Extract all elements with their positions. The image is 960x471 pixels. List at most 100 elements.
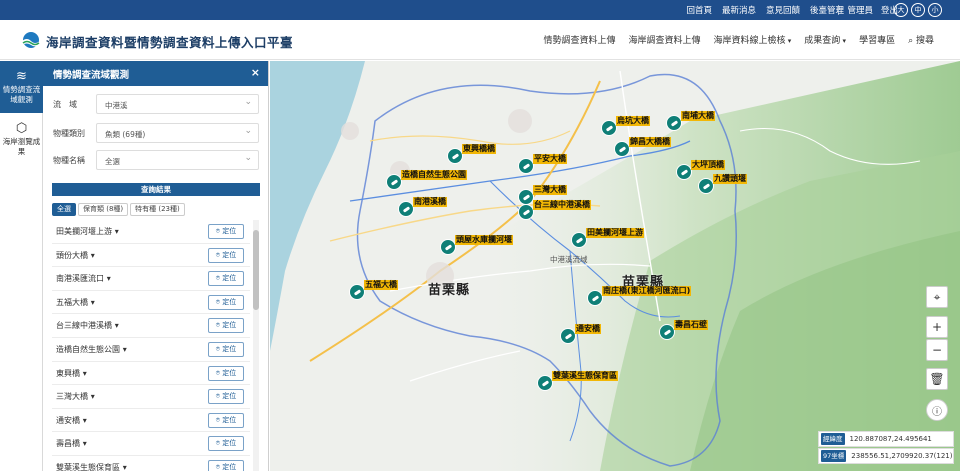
station-marker[interactable] (587, 290, 603, 306)
result-row[interactable]: 東興橋 ⌾ 定位 (52, 362, 250, 386)
locate-button[interactable]: ⌾ 定位 (208, 224, 244, 239)
nav-survey-upload[interactable]: 情勢調查資料上傳 (544, 33, 616, 46)
scrollbar-thumb[interactable] (253, 230, 259, 310)
species-select[interactable]: 全選 (96, 150, 259, 170)
locate-label: 定位 (222, 250, 237, 259)
station-label: 南港溪橋 (413, 197, 447, 207)
rail-item-watershed[interactable]: ≋ 情勢調查流域觀測 (0, 61, 43, 113)
locate-label: 定位 (222, 368, 237, 377)
result-row[interactable]: 造橋自然生態公園 ⌾ 定位 (52, 338, 250, 362)
basin-field: 流 域 中港溪 (43, 94, 269, 114)
station-marker[interactable] (666, 115, 682, 131)
result-name[interactable]: 南港溪匯流口 (56, 273, 111, 284)
result-row[interactable]: 壽昌橋 ⌾ 定位 (52, 432, 250, 456)
result-name[interactable]: 通安橋 (56, 415, 87, 426)
info-button[interactable]: ⓘ (926, 399, 948, 421)
zoom-in-button[interactable]: + (926, 316, 948, 338)
tab-all[interactable]: 全選 (52, 203, 76, 216)
locate-button[interactable]: ⌾ 定位 (208, 436, 244, 452)
feedback-link[interactable]: 意見回饋 (766, 4, 800, 16)
station-marker[interactable] (571, 232, 587, 248)
result-row[interactable]: 頭份大橋 ⌾ 定位 (52, 244, 250, 268)
font-large-button[interactable]: 大 (894, 3, 908, 17)
basin-label: 流 域 (53, 100, 77, 109)
result-row[interactable]: 五福大橋 ⌾ 定位 (52, 291, 250, 315)
result-row[interactable]: 南港溪匯流口 ⌾ 定位 (52, 267, 250, 291)
nav-coastal-upload[interactable]: 海岸調查資料上傳 (629, 33, 701, 46)
basin-select[interactable]: 中港溪 (96, 94, 259, 114)
locate-button[interactable]: ⌾ 定位 (208, 318, 244, 334)
nav-results-query[interactable]: 成果查詢 (804, 33, 846, 46)
station-label: 壽昌石壁 (674, 320, 708, 330)
station-marker[interactable] (537, 375, 553, 391)
result-row[interactable]: 三灣大橋 ⌾ 定位 (52, 385, 250, 409)
nav-search[interactable]: ⌕ 搜尋 (908, 33, 934, 46)
info-icon: ⓘ (932, 406, 942, 418)
locate-me-button[interactable]: ⌖ (926, 286, 948, 308)
font-medium-button[interactable]: 中 (911, 3, 925, 17)
station-marker[interactable] (386, 174, 402, 190)
station-marker[interactable] (518, 204, 534, 220)
tab-protected[interactable]: 保育類 (8種) (78, 203, 129, 216)
result-name[interactable]: 三灣大橋 (56, 391, 95, 402)
locate-button[interactable]: ⌾ 定位 (208, 389, 244, 405)
result-name[interactable]: 台三線中港溪橋 (56, 320, 119, 331)
tab-endemic[interactable]: 特有種 (23種) (130, 203, 185, 216)
font-small-button[interactable]: 小 (928, 3, 942, 17)
locate-button[interactable]: ⌾ 定位 (208, 341, 244, 357)
news-link[interactable]: 最新消息 (722, 4, 756, 16)
coord-value: 238556.51,2709920.37(121) (851, 452, 953, 460)
locate-label: 定位 (222, 321, 237, 330)
station-marker[interactable] (398, 201, 414, 217)
result-name[interactable]: 東興橋 (56, 368, 87, 379)
nav-online-check[interactable]: 海岸資料線上檢核 (714, 33, 792, 46)
station-marker[interactable] (440, 239, 456, 255)
result-row[interactable]: 雙葉溪生態保育區 ⌾ 定位 (52, 456, 250, 471)
result-row[interactable]: 台三線中港溪橋 ⌾ 定位 (52, 314, 250, 338)
station-marker[interactable] (518, 189, 534, 205)
map-view[interactable]: 苗栗縣 苗栗縣 中港溪流域 烏坑大橋 南埔大橋 錦昌大橋橋 東興橋橋 平安大橋 大坪頂橋造… (270, 61, 960, 471)
category-select[interactable]: 魚類 (69種) (96, 123, 259, 143)
site-logo-icon[interactable] (20, 31, 42, 49)
station-marker[interactable] (560, 328, 576, 344)
rail-item-coastal[interactable]: ⬡ 海岸瀏覽成果 (0, 113, 43, 165)
result-name[interactable]: 頭份大橋 (56, 250, 95, 261)
result-name[interactable]: 造橋自然生態公園 (56, 344, 127, 355)
close-icon[interactable]: × (251, 66, 260, 79)
locate-button[interactable]: ⌾ 定位 (208, 412, 244, 428)
station-label: 九讚頭堰 (713, 174, 747, 184)
station-marker[interactable] (698, 178, 714, 194)
result-name[interactable]: 雙葉溪生態保育區 (56, 462, 127, 471)
station-marker[interactable] (447, 148, 463, 164)
home-link[interactable]: 回首頁 (686, 4, 712, 16)
zoom-out-button[interactable]: − (926, 339, 948, 361)
result-name[interactable]: 壽昌橋 (56, 438, 87, 449)
station-label: 東興橋橋 (462, 144, 496, 154)
station-marker[interactable] (614, 141, 630, 157)
search-label: 搜尋 (915, 36, 934, 46)
results-scrollbar[interactable] (253, 220, 259, 471)
station-marker[interactable] (601, 120, 617, 136)
locate-button[interactable]: ⌾ 定位 (208, 365, 244, 381)
result-row[interactable]: 通安橋 ⌾ 定位 (52, 409, 250, 433)
station-label: 大坪頂橋 (691, 160, 725, 170)
station-marker[interactable] (659, 324, 675, 340)
station-marker[interactable] (676, 164, 692, 180)
result-name[interactable]: 田美攔河堰上游 (56, 226, 119, 237)
locate-button[interactable]: ⌾ 定位 (208, 294, 244, 310)
station-marker[interactable] (349, 284, 365, 300)
nav-learning[interactable]: 學習專區 (859, 33, 895, 46)
result-name[interactable]: 五福大橋 (56, 297, 95, 308)
station-label: 烏坑大橋 (616, 116, 650, 126)
results-list: 田美攔河堰上游⌾ 定位頭份大橋⌾ 定位南港溪匯流口⌾ 定位五福大橋⌾ 定位台三線… (52, 220, 250, 471)
locate-button[interactable]: ⌾ 定位 (208, 459, 244, 471)
coordinate-readout: 經緯度 120.887087,24.495641 97坐標 238556.51,… (818, 431, 954, 464)
results-tabs: 全選 保育類 (8種) 特有種 (23種) (52, 203, 185, 216)
site-title[interactable]: 海岸調查資料暨情勢調查資料上傳入口平臺 (46, 32, 293, 51)
locate-button[interactable]: ⌾ 定位 (208, 271, 244, 287)
top-utility-bar: 回首頁 最新消息 意見回饋 後臺管理 管理員 登出 大 中 小 (0, 0, 960, 20)
locate-button[interactable]: ⌾ 定位 (208, 247, 244, 263)
station-marker[interactable] (518, 158, 534, 174)
clear-button[interactable]: 🗑 (926, 368, 948, 390)
result-row[interactable]: 田美攔河堰上游 ⌾ 定位 (52, 220, 250, 244)
